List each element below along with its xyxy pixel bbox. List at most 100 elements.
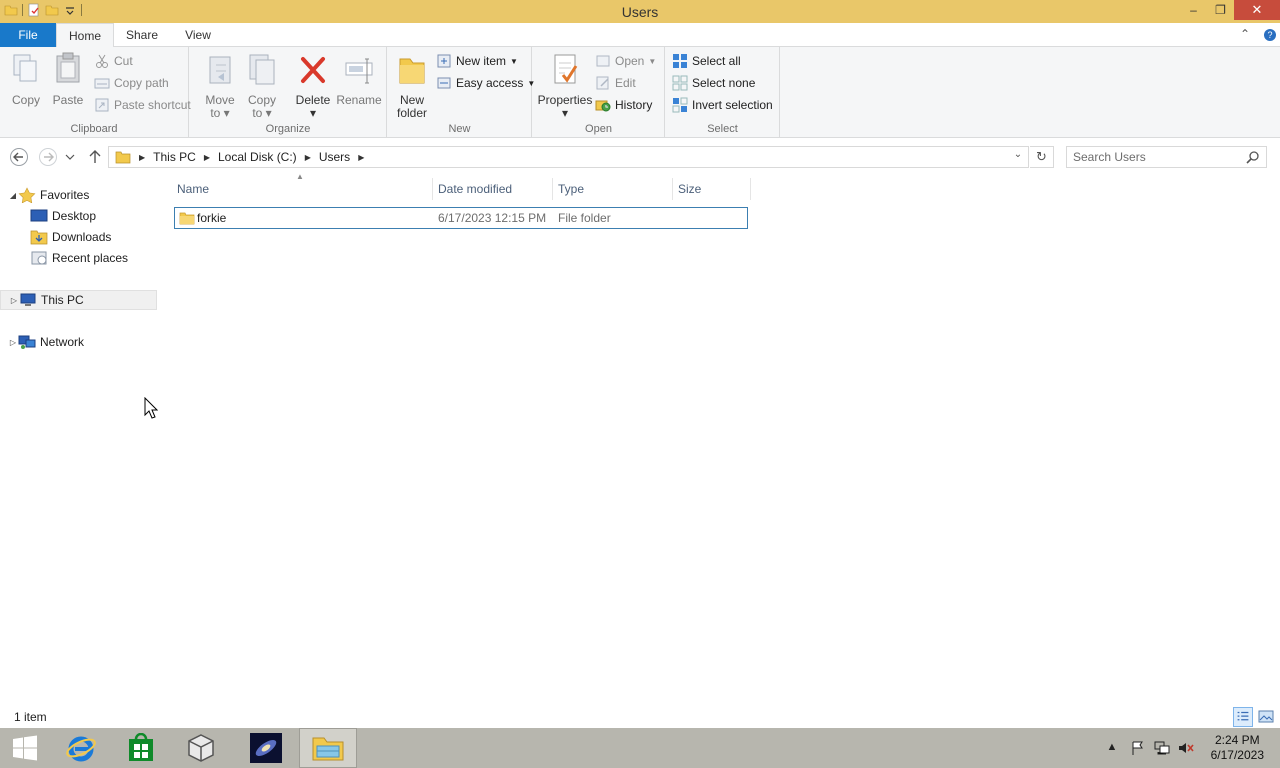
network-status-icon[interactable] bbox=[1154, 741, 1170, 755]
column-header-size[interactable]: Size bbox=[673, 178, 751, 200]
copy-to-button[interactable]: Copy to ▾ bbox=[244, 51, 280, 120]
column-header-name[interactable]: Name bbox=[172, 178, 433, 200]
taskbar-virtualbox[interactable] bbox=[172, 728, 230, 768]
address-history-dropdown-icon[interactable]: ⌄ bbox=[1010, 149, 1026, 165]
large-icons-view-icon[interactable] bbox=[1256, 707, 1276, 727]
expand-arrow-icon[interactable]: ◢ bbox=[8, 191, 18, 200]
new-group: New folder New item ▼ Easy access ▼ New bbox=[388, 47, 535, 138]
invert-selection-button[interactable]: Invert selection bbox=[672, 95, 773, 115]
rename-button[interactable]: Rename bbox=[336, 51, 382, 107]
edit-icon bbox=[596, 76, 609, 90]
minimize-button[interactable]: – bbox=[1180, 0, 1207, 20]
expand-arrow-icon[interactable]: ▷ bbox=[9, 296, 19, 305]
address-bar[interactable]: ▶ This PC ▶ Local Disk (C:) ▶ Users ▶ ⌄ bbox=[108, 146, 1029, 168]
desktop-icon bbox=[30, 209, 48, 222]
cut-button[interactable]: Cut bbox=[94, 51, 133, 71]
move-to-button[interactable]: Move to ▾ bbox=[202, 51, 238, 120]
collapse-ribbon-icon[interactable]: ⌃ bbox=[1240, 27, 1250, 41]
nav-network[interactable]: ▷ Network bbox=[8, 332, 84, 352]
ribbon: Copy Paste Cut Copy path Paste shortcut … bbox=[0, 47, 1280, 138]
tab-home[interactable]: Home bbox=[56, 23, 114, 48]
breadcrumb-separator-icon[interactable]: ▶ bbox=[358, 153, 364, 162]
window-controls: – ❐ ✕ bbox=[1180, 0, 1280, 23]
forward-icon[interactable] bbox=[38, 147, 58, 167]
taskbar-file-explorer[interactable] bbox=[299, 728, 357, 768]
refresh-button[interactable]: ↻ bbox=[1030, 146, 1054, 168]
nav-this-pc[interactable]: ▷ This PC bbox=[0, 290, 157, 310]
file-explorer-icon bbox=[312, 737, 344, 761]
taskbar-internet-explorer[interactable] bbox=[52, 728, 110, 768]
start-button[interactable] bbox=[0, 728, 50, 768]
scissors-icon bbox=[96, 54, 108, 68]
breadcrumb-separator-icon[interactable]: ▶ bbox=[204, 153, 210, 162]
file-type: File folder bbox=[558, 211, 611, 225]
search-box[interactable] bbox=[1066, 146, 1267, 168]
new-item-icon bbox=[437, 54, 451, 68]
breadcrumb-separator-icon[interactable]: ▶ bbox=[139, 153, 145, 162]
nav-downloads[interactable]: Downloads bbox=[30, 227, 111, 247]
column-header-date-modified[interactable]: Date modified bbox=[433, 178, 553, 200]
breadcrumb-separator-icon[interactable]: ▶ bbox=[305, 153, 311, 162]
tab-view[interactable]: View bbox=[172, 23, 224, 47]
copy-to-icon bbox=[249, 54, 275, 85]
up-arrow-icon[interactable] bbox=[85, 147, 105, 167]
search-icon[interactable] bbox=[1246, 150, 1260, 164]
properties-button[interactable]: Properties ▾ bbox=[537, 51, 593, 120]
nav-favorites[interactable]: ◢ Favorites bbox=[8, 185, 89, 205]
history-button[interactable]: History bbox=[595, 95, 652, 115]
expand-arrow-icon[interactable]: ▷ bbox=[8, 338, 18, 347]
copy-icon bbox=[13, 54, 37, 82]
tab-share[interactable]: Share bbox=[116, 23, 168, 47]
clipboard-group: Copy Paste Cut Copy path Paste shortcut … bbox=[0, 47, 191, 138]
clock-time: 2:24 PM bbox=[1214, 733, 1260, 747]
speaker-muted-icon[interactable] bbox=[1178, 741, 1194, 755]
tab-file[interactable]: File bbox=[0, 23, 56, 47]
breadcrumb-local-disk[interactable]: Local Disk (C:) bbox=[218, 150, 297, 164]
file-date-modified: 6/17/2023 12:15 PM bbox=[438, 211, 547, 225]
star-icon bbox=[18, 187, 36, 203]
new-item-button[interactable]: New item ▼ bbox=[436, 51, 518, 71]
file-list: ▲ Name Date modified Type Size forkie 6/… bbox=[172, 172, 1280, 706]
galaxy-icon bbox=[250, 733, 282, 763]
details-view-icon[interactable] bbox=[1233, 707, 1253, 727]
flag-icon[interactable] bbox=[1130, 741, 1146, 755]
search-input[interactable] bbox=[1073, 149, 1243, 165]
taskbar: ▲ 2:24 PM 6/17/2023 bbox=[0, 728, 1280, 768]
taskbar-store[interactable] bbox=[112, 728, 170, 768]
close-button[interactable]: ✕ bbox=[1234, 0, 1280, 20]
paste-button[interactable]: Paste bbox=[50, 51, 86, 107]
breadcrumb-users[interactable]: Users bbox=[319, 150, 350, 164]
system-clock[interactable]: 2:24 PM 6/17/2023 bbox=[1211, 733, 1264, 763]
copy-button[interactable]: Copy bbox=[8, 51, 44, 107]
nav-recent-places[interactable]: Recent places bbox=[30, 248, 128, 268]
delete-button[interactable]: Delete ▾ bbox=[292, 51, 334, 120]
copy-path-button[interactable]: Copy path bbox=[94, 73, 169, 93]
store-icon bbox=[129, 733, 153, 761]
breadcrumb-this-pc[interactable]: This PC bbox=[153, 150, 196, 164]
column-header-type[interactable]: Type bbox=[553, 178, 673, 200]
restore-button[interactable]: ❐ bbox=[1207, 0, 1234, 20]
show-hidden-icons-icon[interactable]: ▲ bbox=[1104, 741, 1120, 755]
organize-group: Move to ▾ Copy to ▾ Delete ▾ Rename Orga… bbox=[190, 47, 387, 138]
recent-places-icon bbox=[31, 251, 47, 265]
help-icon[interactable]: ? bbox=[1264, 29, 1276, 41]
history-icon bbox=[595, 100, 611, 112]
paste-shortcut-button[interactable]: Paste shortcut bbox=[94, 95, 191, 115]
move-to-icon bbox=[209, 56, 231, 84]
edit-button[interactable]: Edit bbox=[595, 73, 636, 93]
window-title: Users bbox=[621, 4, 659, 20]
select-all-button[interactable]: Select all bbox=[672, 51, 741, 71]
select-group-label: Select bbox=[707, 123, 738, 135]
new-group-label: New bbox=[448, 123, 471, 135]
organize-group-label: Organize bbox=[265, 123, 311, 135]
open-button[interactable]: Open ▼ bbox=[595, 51, 656, 71]
back-icon[interactable] bbox=[9, 147, 29, 167]
taskbar-galaxy-app[interactable] bbox=[237, 728, 295, 768]
nav-desktop[interactable]: Desktop bbox=[30, 206, 96, 226]
new-folder-button[interactable]: New folder bbox=[392, 51, 432, 120]
windows-logo-icon bbox=[13, 735, 37, 761]
recent-locations-icon[interactable] bbox=[63, 147, 77, 167]
select-none-button[interactable]: Select none bbox=[672, 73, 755, 93]
table-row[interactable]: forkie 6/17/2023 12:15 PM File folder bbox=[174, 207, 748, 229]
easy-access-button[interactable]: Easy access ▼ bbox=[436, 73, 535, 93]
